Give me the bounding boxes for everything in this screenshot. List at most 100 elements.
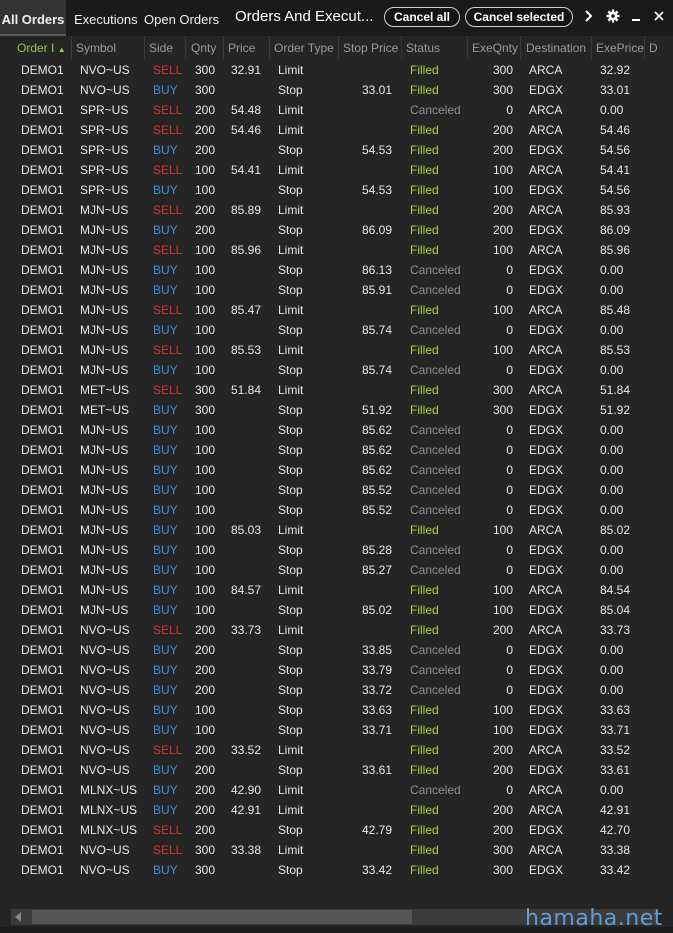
cell-price: 85.53 <box>231 343 262 357</box>
table-row[interactable]: DEMO1 NVO~US SELL 200 33.52 Limit Filled 200 ARC… <box>0 740 673 760</box>
table-row[interactable]: DEMO1 MLNX~US BUY 200 42.91 Limit Filled 200 ARC… <box>0 800 673 820</box>
table-row[interactable]: DEMO1 MJN~US BUY 200 Stop 86.09 Filled 200 EDGX 8… <box>0 220 673 240</box>
scrollbar-thumb[interactable] <box>32 910 412 924</box>
table-row[interactable]: DEMO1 NVO~US BUY 200 Stop 33.79 Canceled 0 EDGX 0… <box>0 660 673 680</box>
table-row[interactable]: DEMO1 MJN~US BUY 100 Stop 85.27 Canceled 0 EDGX 0… <box>0 560 673 580</box>
table-row[interactable]: DEMO1 NVO~US BUY 300 Stop 33.42 Filled 300 EDGX 3… <box>0 860 673 880</box>
cell-status: Filled <box>410 143 439 157</box>
column-header-exe-price[interactable]: ExePrice <box>592 36 645 59</box>
table-row[interactable]: DEMO1 SPR~US SELL 200 54.46 Limit Filled 200 ARC… <box>0 120 673 140</box>
cell-stop-price <box>340 840 392 860</box>
table-row[interactable]: DEMO1 NVO~US SELL 300 32.91 Limit Filled 300 ARC… <box>0 60 673 80</box>
column-header-exe-qnty[interactable]: ExeQnty <box>468 36 521 59</box>
cell-order-id: DEMO1 <box>21 743 64 757</box>
cell-exe-price: 33.61 <box>600 763 631 777</box>
cell-price: 32.91 <box>231 63 262 77</box>
cell-destination: ARCA <box>529 523 563 537</box>
table-row[interactable]: DEMO1 MLNX~US BUY 200 42.90 Limit Canceled 0 ARC… <box>0 780 673 800</box>
column-header-price[interactable]: Price <box>224 36 270 59</box>
cell-stop-price <box>340 100 392 120</box>
table-row[interactable]: DEMO1 NVO~US BUY 300 Stop 33.01 Filled 300 EDGX 3… <box>0 80 673 100</box>
cell-qnty: 100 <box>195 483 216 497</box>
column-header-order-id[interactable]: Order I ▲ <box>0 36 72 59</box>
table-row[interactable]: DEMO1 NVO~US SELL 200 33.73 Limit Filled 200 ARC… <box>0 620 673 640</box>
scroll-left-arrow-icon[interactable] <box>15 912 21 922</box>
cell-destination: ARCA <box>529 123 563 137</box>
table-row[interactable]: DEMO1 NVO~US SELL 300 33.38 Limit Filled 300 ARC… <box>0 840 673 860</box>
cell-order-type: Limit <box>278 343 304 357</box>
table-row[interactable]: DEMO1 SPR~US SELL 200 54.48 Limit Canceled 0 ARC… <box>0 100 673 120</box>
table-row[interactable]: DEMO1 MJN~US BUY 100 Stop 85.28 Canceled 0 EDGX 0… <box>0 540 673 560</box>
table-row[interactable]: DEMO1 MJN~US BUY 100 Stop 86.13 Canceled 0 EDGX 0… <box>0 260 673 280</box>
cell-side: SELL <box>153 823 183 837</box>
column-header-qnty[interactable]: Qnty <box>186 36 224 59</box>
cell-exe-price: 0.00 <box>600 323 624 337</box>
table-row[interactable]: DEMO1 MJN~US SELL 100 85.53 Limit Filled 100 ARC… <box>0 340 673 360</box>
close-icon[interactable] <box>651 8 667 26</box>
table-row[interactable]: DEMO1 MJN~US BUY 100 Stop 85.52 Canceled 0 EDGX 0… <box>0 480 673 500</box>
table-row[interactable]: DEMO1 MJN~US BUY 100 Stop 85.91 Canceled 0 EDGX 0… <box>0 280 673 300</box>
cancel-all-button[interactable]: Cancel all <box>384 7 460 27</box>
table-row[interactable]: DEMO1 NVO~US BUY 100 Stop 33.71 Filled 100 EDGX 3… <box>0 720 673 740</box>
table-row[interactable]: DEMO1 MJN~US SELL 100 85.96 Limit Filled 100 ARC… <box>0 240 673 260</box>
table-row[interactable]: DEMO1 MJN~US BUY 100 Stop 85.52 Canceled 0 EDGX 0… <box>0 500 673 520</box>
cell-order-id: DEMO1 <box>21 843 64 857</box>
tab-executions[interactable]: Executions <box>74 0 138 36</box>
tab-all-orders[interactable]: All Orders <box>0 0 66 36</box>
cell-order-type: Stop <box>278 323 303 337</box>
table-row[interactable]: DEMO1 NVO~US BUY 100 Stop 33.63 Filled 100 EDGX 3… <box>0 700 673 720</box>
table-row[interactable]: DEMO1 SPR~US BUY 100 Stop 54.53 Filled 100 EDGX 5… <box>0 180 673 200</box>
cell-exe-price: 33.63 <box>600 703 631 717</box>
cell-stop-price: 85.27 <box>361 563 392 577</box>
cell-price <box>231 420 269 440</box>
cell-order-id: DEMO1 <box>21 163 64 177</box>
table-row[interactable]: DEMO1 MJN~US BUY 100 Stop 85.74 Canceled 0 EDGX 0… <box>0 360 673 380</box>
table-row[interactable]: DEMO1 MJN~US BUY 100 Stop 85.62 Canceled 0 EDGX 0… <box>0 420 673 440</box>
cell-exe-qnty: 0 <box>506 483 513 497</box>
table-row[interactable]: DEMO1 MJN~US BUY 100 Stop 85.74 Canceled 0 EDGX 0… <box>0 320 673 340</box>
table-row[interactable]: DEMO1 MLNX~US SELL 200 Stop 42.79 Filled 200 EDG… <box>0 820 673 840</box>
cell-symbol: MJN~US <box>80 443 129 457</box>
top-bar: All Orders Executions Open Orders Orders… <box>0 0 673 36</box>
cell-status: Canceled <box>410 663 461 677</box>
column-header-status[interactable]: Status <box>402 36 468 59</box>
chevron-right-icon[interactable] <box>581 8 597 26</box>
table-row[interactable]: DEMO1 MJN~US BUY 100 85.03 Limit Filled 100 ARCA… <box>0 520 673 540</box>
table-row[interactable]: DEMO1 SPR~US SELL 100 54.41 Limit Filled 100 ARC… <box>0 160 673 180</box>
cell-destination: EDGX <box>529 483 564 497</box>
column-header-side[interactable]: Side <box>145 36 186 59</box>
cell-exe-price: 85.93 <box>600 203 631 217</box>
table-row[interactable]: DEMO1 MJN~US SELL 100 85.47 Limit Filled 100 ARC… <box>0 300 673 320</box>
tab-open-orders[interactable]: Open Orders <box>144 0 219 36</box>
table-row[interactable]: DEMO1 NVO~US BUY 200 Stop 33.85 Canceled 0 EDGX 0… <box>0 640 673 660</box>
cell-order-type: Stop <box>278 463 303 477</box>
cell-side: BUY <box>153 263 178 277</box>
table-row[interactable]: DEMO1 SPR~US BUY 200 Stop 54.53 Filled 200 EDGX 5… <box>0 140 673 160</box>
cell-side: BUY <box>153 783 178 797</box>
table-row[interactable]: DEMO1 MJN~US BUY 100 Stop 85.02 Filled 100 EDGX 8… <box>0 600 673 620</box>
column-header-symbol[interactable]: Symbol <box>72 36 145 59</box>
table-row[interactable]: DEMO1 MJN~US SELL 200 85.89 Limit Filled 200 ARC… <box>0 200 673 220</box>
column-header-stop-price[interactable]: Stop Price <box>339 36 402 59</box>
cell-price <box>231 680 269 700</box>
cell-symbol: SPR~US <box>80 163 129 177</box>
table-row[interactable]: DEMO1 NVO~US BUY 200 Stop 33.61 Filled 200 EDGX 3… <box>0 760 673 780</box>
table-row[interactable]: DEMO1 NVO~US BUY 200 Stop 33.72 Canceled 0 EDGX 0… <box>0 680 673 700</box>
minimize-icon[interactable] <box>628 8 644 26</box>
cell-order-id: DEMO1 <box>21 603 64 617</box>
table-row[interactable]: DEMO1 MET~US BUY 300 Stop 51.92 Filled 300 EDGX 5… <box>0 400 673 420</box>
cell-exe-qnty: 0 <box>506 503 513 517</box>
cell-order-id: DEMO1 <box>21 83 64 97</box>
table-row[interactable]: DEMO1 MJN~US BUY 100 Stop 85.62 Canceled 0 EDGX 0… <box>0 440 673 460</box>
cell-order-id: DEMO1 <box>21 143 64 157</box>
column-header-d[interactable]: D <box>645 36 673 59</box>
table-row[interactable]: DEMO1 MET~US SELL 300 51.84 Limit Filled 300 ARC… <box>0 380 673 400</box>
table-row[interactable]: DEMO1 MJN~US BUY 100 84.57 Limit Filled 100 ARCA… <box>0 580 673 600</box>
cell-side: BUY <box>153 683 178 697</box>
column-header-order-type[interactable]: Order Type <box>270 36 339 59</box>
cancel-selected-button[interactable]: Cancel selected <box>465 7 573 27</box>
cell-side: BUY <box>153 83 178 97</box>
table-row[interactable]: DEMO1 MJN~US BUY 100 Stop 85.62 Canceled 0 EDGX 0… <box>0 460 673 480</box>
gear-icon[interactable] <box>605 8 621 26</box>
column-header-destination[interactable]: Destination <box>521 36 592 59</box>
